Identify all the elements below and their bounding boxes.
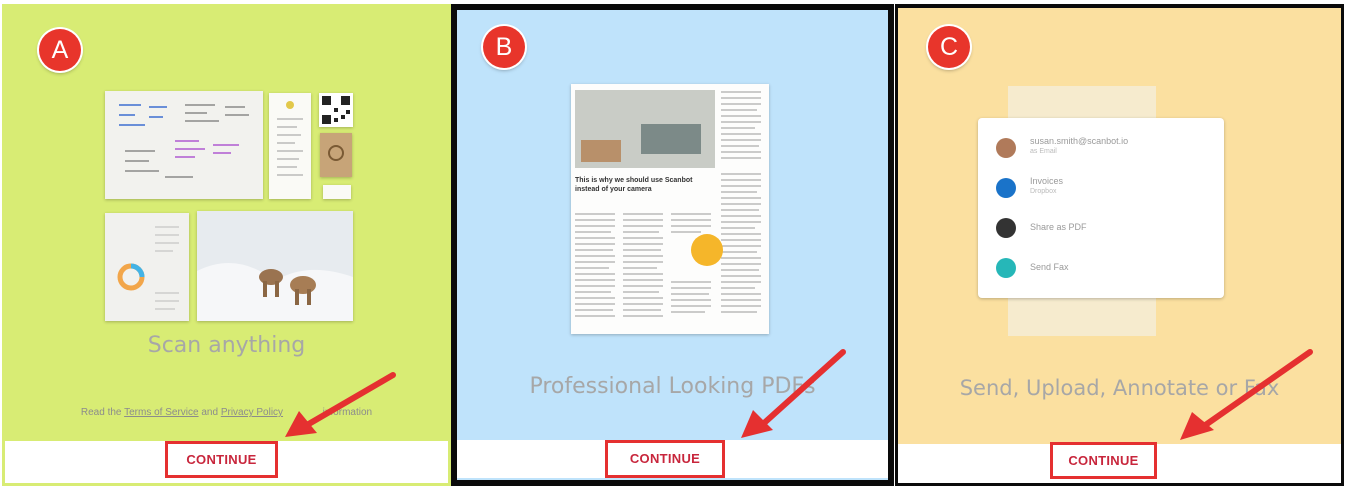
receipt-image (269, 93, 311, 199)
business-card-image (323, 185, 351, 199)
magazine-lynx-image (197, 211, 353, 321)
dropbox-icon (996, 178, 1016, 198)
avatar-icon (996, 138, 1016, 158)
share-option-label: susan.smith@scanbot.io (1030, 136, 1129, 146)
continue-button-b[interactable]: CONTINUE (605, 440, 725, 478)
continue-button-c[interactable]: CONTINUE (1050, 442, 1157, 479)
panel-send-upload: C susan.smith@scanbot.io as Email Invoic… (895, 4, 1344, 486)
share-option-label: Share as PDF (1030, 222, 1087, 232)
share-option-sublabel: as Email (1030, 148, 1057, 155)
terms-of-service-link[interactable]: Terms of Service (124, 407, 198, 418)
step-badge-b: B (483, 26, 525, 68)
title-scan-anything: Scan anything (147, 333, 306, 358)
panel-scan-anything: A Scan anything Read the Terms of Servic… (2, 4, 451, 486)
share-option-email[interactable]: susan.smith@scanbot.io as Email (996, 136, 1214, 160)
annotation-arrow-a (285, 372, 396, 437)
continue-button-a[interactable]: CONTINUE (165, 441, 278, 478)
article-headline: This is why we should use Scanbot instea… (575, 177, 693, 193)
share-option-label: Send Fax (1030, 262, 1069, 272)
annotation-arrow-b (741, 349, 846, 438)
step-badge-c: C (928, 26, 970, 68)
notebook-image (320, 133, 352, 177)
share-icon (996, 218, 1016, 238)
fax-icon (996, 258, 1016, 278)
panel-professional-pdfs: B This is why we should use Scanbot inst… (451, 4, 894, 486)
legal-text-and: and (201, 407, 219, 418)
share-option-pdf[interactable]: Share as PDF (996, 216, 1214, 240)
share-option-label: Invoices (1030, 176, 1064, 186)
annotation-arrow-c (1180, 349, 1313, 440)
share-options-menu: susan.smith@scanbot.io as Email Invoices… (978, 118, 1224, 298)
share-option-fax[interactable]: Send Fax (996, 256, 1214, 280)
share-option-sublabel: Dropbox (1030, 188, 1057, 195)
brochure-image (105, 213, 189, 321)
qr-code-image (319, 93, 353, 127)
legal-text-prefix: Read the (80, 407, 122, 418)
step-badge-a: A (39, 29, 81, 71)
pdf-document-preview: This is why we should use Scanbot instea… (571, 84, 769, 334)
share-option-dropbox[interactable]: Invoices Dropbox (996, 176, 1214, 200)
whiteboard-image (105, 91, 263, 199)
privacy-policy-link[interactable]: Privacy Policy (221, 407, 283, 418)
